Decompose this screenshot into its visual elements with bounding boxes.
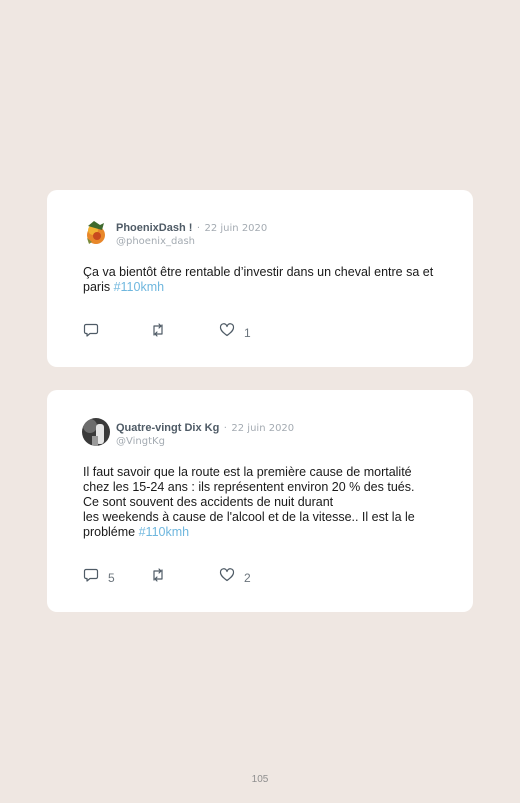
tweet-text: Ça va bientôt être rentable d’investir d… <box>83 265 453 295</box>
tweet-actions: 1 <box>83 322 463 340</box>
author-handle[interactable]: @phoenix_dash <box>116 235 267 248</box>
retweet-button[interactable] <box>150 567 175 588</box>
retweet-icon <box>150 322 166 343</box>
tweet-header: PhoenixDash ! · 22 juin 2020 @phoenix_da… <box>116 220 267 248</box>
tweet-text-line: chez les 15-24 ans : ils représentent en… <box>83 480 415 494</box>
author-name[interactable]: PhoenixDash ! <box>116 222 192 234</box>
retweet-button[interactable] <box>150 322 175 343</box>
like-icon <box>219 322 235 343</box>
page-number: 105 <box>251 774 269 785</box>
hashtag-link[interactable]: #110kmh <box>114 280 165 294</box>
tweet-date: 22 juin 2020 <box>204 223 268 234</box>
reply-icon <box>83 567 99 588</box>
tweet-text-line: Ce sont souvent des accidents de nuit du… <box>83 495 334 509</box>
tweet-text-content: probléme <box>83 525 136 539</box>
reply-button[interactable] <box>83 322 108 343</box>
separator: · <box>196 223 201 234</box>
tweet-actions: 5 2 <box>83 567 463 585</box>
like-icon <box>219 567 235 588</box>
tweet-card: PhoenixDash ! · 22 juin 2020 @phoenix_da… <box>47 190 473 367</box>
reply-icon <box>83 322 99 343</box>
tweet-header: Quatre-vingt Dix Kg · 22 juin 2020 @Ving… <box>116 420 294 448</box>
tweet-text-line: Il faut savoir que la route est la premi… <box>83 465 412 479</box>
tweet-text: Il faut savoir que la route est la premi… <box>83 465 463 540</box>
reply-count: 5 <box>108 570 115 585</box>
tweet-text-line: les weekends à cause de l'alcool et de l… <box>83 510 415 524</box>
tweet-card: Quatre-vingt Dix Kg · 22 juin 2020 @Ving… <box>47 390 473 612</box>
author-handle[interactable]: @VingtKg <box>116 435 294 448</box>
separator: · <box>223 423 227 434</box>
reply-button[interactable]: 5 <box>83 567 115 588</box>
author-name[interactable]: Quatre-vingt Dix Kg <box>116 422 219 434</box>
like-button[interactable]: 2 <box>219 567 251 588</box>
avatar[interactable] <box>82 218 110 246</box>
avatar[interactable] <box>82 418 110 446</box>
like-count: 1 <box>244 325 251 340</box>
like-count: 2 <box>244 570 251 585</box>
tweet-date: 22 juin 2020 <box>231 423 295 434</box>
like-button[interactable]: 1 <box>219 322 251 343</box>
tweet-text-line-last: probléme #110kmh <box>83 525 463 540</box>
retweet-icon <box>150 567 166 588</box>
hashtag-link[interactable]: #110kmh <box>139 525 190 539</box>
